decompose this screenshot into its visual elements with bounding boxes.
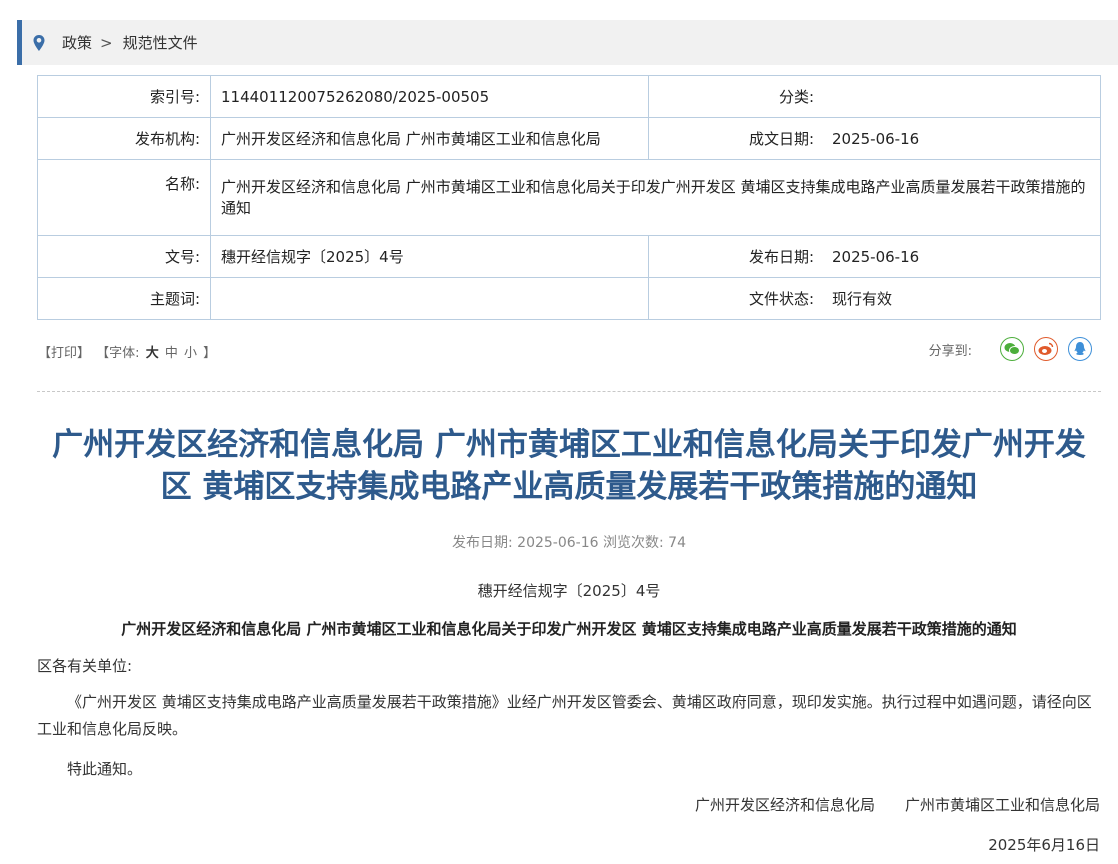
status-label: 文件状态:: [648, 277, 822, 320]
font-size-close: 】: [203, 346, 217, 361]
breadcrumb: 政策 > 规范性文件: [17, 20, 1118, 65]
publish-date-label: 发布日期:: [648, 235, 822, 278]
font-small-button[interactable]: 小: [184, 346, 197, 361]
signer-2: 广州市黄埔区工业和信息化局: [904, 796, 1100, 814]
qq-icon[interactable]: [1068, 337, 1092, 361]
subject-label: 主题词:: [37, 277, 211, 320]
article-info: 发布日期: 2025-06-16 浏览次数: 74: [452, 535, 686, 551]
article-title: 广州开发区经济和信息化局 广州市黄埔区工业和信息化局关于印发广州开发区 黄埔区支…: [52, 427, 1086, 505]
location-pin-icon: [32, 34, 46, 51]
article-doc-number: 穗开经信规字〔2025〕4号: [477, 582, 661, 600]
body-paragraph: 《广州开发区 黄埔区支持集成电路产业高质量发展若干政策措施》业经广州开发区管委会…: [37, 693, 1092, 738]
wechat-icon[interactable]: [1000, 337, 1024, 361]
divider: [37, 391, 1101, 392]
index-label: 索引号:: [37, 75, 211, 118]
article-body-title: 广州开发区经济和信息化局 广州市黄埔区工业和信息化局关于印发广州开发区 黄埔区支…: [121, 620, 1017, 638]
subject-value: [210, 277, 649, 320]
breadcrumb-item-policy[interactable]: 政策: [62, 32, 92, 53]
signer-1: 广州开发区经济和信息化局: [694, 796, 875, 814]
document-meta-table: 索引号: 114401120075262080/2025-00505 分类: 发…: [37, 75, 1101, 320]
created-date-label: 成文日期:: [648, 117, 822, 160]
docno-label: 文号:: [37, 235, 211, 278]
breadcrumb-separator: >: [100, 33, 113, 52]
font-size-label: 【字体:: [96, 346, 140, 361]
index-value: 114401120075262080/2025-00505: [210, 75, 649, 118]
signature-date: 2025年6月16日: [988, 836, 1100, 854]
weibo-icon[interactable]: [1034, 337, 1058, 361]
name-label: 名称:: [37, 159, 211, 236]
closing: 特此通知。: [67, 760, 143, 778]
share-bar: 分享到:: [929, 337, 1092, 361]
font-medium-button[interactable]: 中: [165, 346, 178, 361]
publisher-value: 广州开发区经济和信息化局 广州市黄埔区工业和信息化局: [210, 117, 649, 160]
publish-date-value: 2025-06-16: [822, 235, 1101, 278]
docno-value: 穗开经信规字〔2025〕4号: [210, 235, 649, 278]
publisher-label: 发布机构:: [37, 117, 211, 160]
name-value: 广州开发区经济和信息化局 广州市黄埔区工业和信息化局关于印发广州开发区 黄埔区支…: [210, 159, 1101, 236]
share-label: 分享到:: [928, 343, 972, 359]
font-large-button[interactable]: 大: [146, 346, 159, 361]
salutation: 区各有关单位:: [37, 657, 133, 675]
print-button[interactable]: 【打印】: [38, 346, 90, 361]
signature: 广州开发区经济和信息化局 广州市黄埔区工业和信息化局: [695, 794, 1100, 815]
breadcrumb-item-normative-docs[interactable]: 规范性文件: [123, 32, 198, 53]
article-tools: 【打印】 【字体: 大 中 小 】: [38, 342, 218, 361]
category-label: 分类:: [648, 75, 822, 118]
category-value: [822, 75, 1101, 118]
created-date-value: 2025-06-16: [822, 117, 1101, 160]
status-value: 现行有效: [822, 277, 1101, 320]
